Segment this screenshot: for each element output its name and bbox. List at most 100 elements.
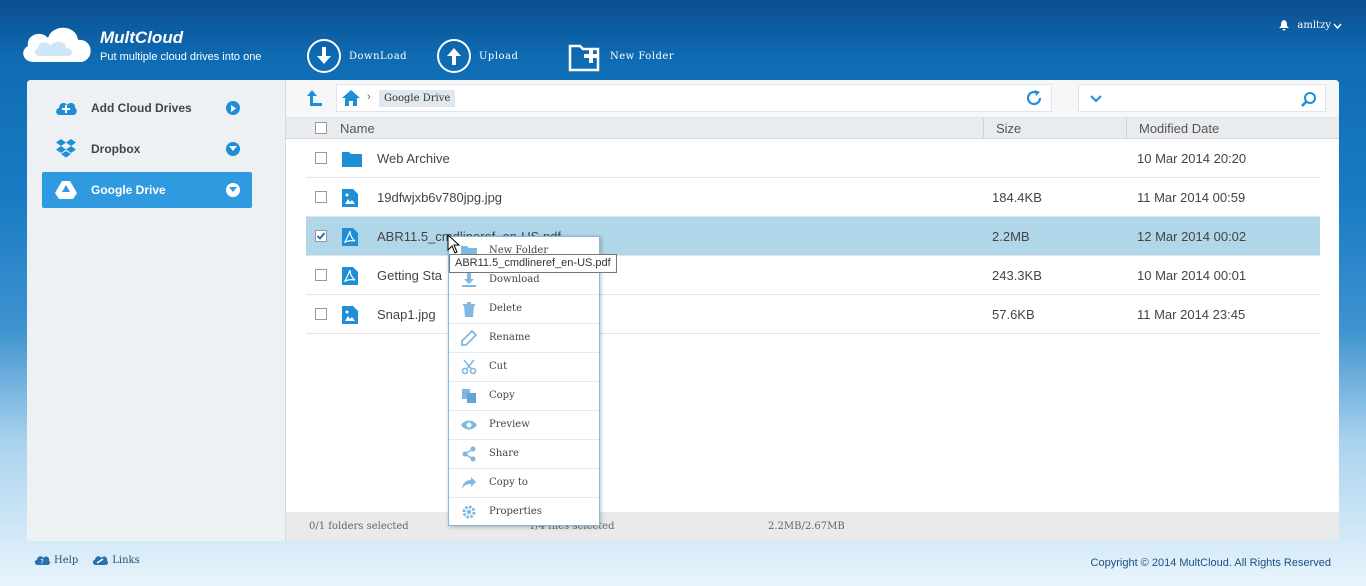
folders-selected: 0/1 folders selected xyxy=(309,521,409,532)
help-cloud-icon: ? xyxy=(34,556,50,566)
new-folder-icon xyxy=(568,44,600,72)
image-file-icon xyxy=(342,189,358,207)
file-size: 184.4KB xyxy=(992,190,1042,205)
row-checkbox-checked[interactable] xyxy=(315,230,327,245)
menu-item-label: Preview xyxy=(489,419,530,430)
home-icon[interactable] xyxy=(341,89,361,107)
eye-icon xyxy=(461,420,477,430)
row-checkbox[interactable] xyxy=(315,308,327,323)
menu-item-label: Copy xyxy=(489,390,515,401)
file-name[interactable]: 19dfwjxb6v780jpg.jpg xyxy=(377,190,502,205)
file-name[interactable]: Web Archive xyxy=(377,151,450,166)
menu-item-properties[interactable]: Properties xyxy=(449,498,599,527)
google-drive-icon xyxy=(54,178,78,202)
gear-icon xyxy=(462,505,476,519)
breadcrumb: › Google Drive xyxy=(336,84,1052,112)
refresh-icon[interactable] xyxy=(1025,89,1043,107)
select-all-checkbox[interactable] xyxy=(315,122,327,137)
trash-icon xyxy=(463,302,475,317)
row-checkbox[interactable] xyxy=(315,152,327,167)
scissors-icon xyxy=(461,359,477,375)
cloud-logo-icon xyxy=(23,27,91,62)
dropbox-icon xyxy=(54,137,78,161)
file-size: 57.6KB xyxy=(992,307,1035,322)
bell-icon[interactable] xyxy=(1279,20,1290,31)
search-box[interactable] xyxy=(1078,84,1326,112)
share-icon xyxy=(462,446,476,462)
sidebar-item-label: Dropbox xyxy=(91,142,141,156)
sidebar-item-google-drive[interactable]: Google Drive xyxy=(42,172,252,208)
username: amltzy xyxy=(1297,20,1331,31)
mouse-cursor-icon xyxy=(447,234,461,254)
menu-item-copy-to[interactable]: Copy to xyxy=(449,469,599,498)
toolbar: › Google Drive xyxy=(286,80,1339,118)
chevron-down-icon[interactable] xyxy=(1089,92,1103,106)
file-browser: › Google Drive Name Size Modified Date W… xyxy=(286,80,1339,541)
file-size: 243.3KB xyxy=(992,268,1042,283)
chevron-down-icon xyxy=(1333,23,1342,29)
size-selected: 2.2MB/2.67MB xyxy=(768,521,845,532)
footer-links: ? Help Links xyxy=(34,554,140,566)
filename-tooltip: ABR11.5_cmdlineref_en-US.pdf xyxy=(449,254,617,273)
table-row[interactable]: 19dfwjxb6v780jpg.jpg 184.4KB 11 Mar 2014… xyxy=(306,178,1320,217)
up-level-icon[interactable] xyxy=(306,88,326,108)
row-checkbox[interactable] xyxy=(315,191,327,206)
upload-circle-icon xyxy=(437,39,471,73)
download-icon xyxy=(462,273,476,287)
forward-arrow-icon xyxy=(462,477,476,489)
menu-item-label: Rename xyxy=(489,332,531,343)
sidebar: Add Cloud Drives Dropbox Google Drive xyxy=(27,80,286,541)
new-folder-label: New Folder xyxy=(610,50,675,62)
file-modified: 10 Mar 2014 20:20 xyxy=(1137,151,1247,166)
image-file-icon xyxy=(342,306,358,324)
chevron-down-icon[interactable] xyxy=(226,142,240,156)
upload-button[interactable]: Upload xyxy=(437,38,518,74)
user-menu[interactable]: amltzy xyxy=(1279,20,1342,31)
search-icon[interactable] xyxy=(1301,91,1317,107)
file-modified: 10 Mar 2014 00:01 xyxy=(1137,268,1247,283)
column-divider xyxy=(1126,118,1127,139)
table-header: Name Size Modified Date xyxy=(286,118,1339,139)
menu-item-delete[interactable]: Delete xyxy=(449,295,599,324)
breadcrumb-current[interactable]: Google Drive xyxy=(379,90,456,107)
sidebar-item-dropbox[interactable]: Dropbox xyxy=(42,131,252,167)
chevron-down-icon[interactable] xyxy=(226,183,240,197)
play-arrow-icon[interactable] xyxy=(226,101,240,115)
column-modified[interactable]: Modified Date xyxy=(1139,121,1219,136)
pdf-file-icon xyxy=(342,228,358,246)
svg-text:?: ? xyxy=(40,558,44,566)
menu-item-copy[interactable]: Copy xyxy=(449,382,599,411)
table-row[interactable]: Web Archive 10 Mar 2014 20:20 xyxy=(306,139,1320,178)
copy-icon xyxy=(462,389,476,403)
column-name[interactable]: Name xyxy=(340,121,375,136)
help-link[interactable]: ? Help xyxy=(34,554,78,566)
menu-item-label: Copy to xyxy=(489,477,528,488)
sidebar-item-add-cloud-drives[interactable]: Add Cloud Drives xyxy=(42,90,252,126)
column-size[interactable]: Size xyxy=(996,121,1021,136)
menu-item-preview[interactable]: Preview xyxy=(449,411,599,440)
chevron-right-icon: › xyxy=(367,91,371,103)
download-button[interactable]: DownLoad xyxy=(307,38,407,74)
file-name[interactable]: Getting Sta xyxy=(377,268,442,283)
file-modified: 12 Mar 2014 00:02 xyxy=(1137,229,1247,244)
menu-item-cut[interactable]: Cut xyxy=(449,353,599,382)
upload-label: Upload xyxy=(479,50,519,62)
brand-tagline: Put multiple cloud drives into one xyxy=(100,51,262,63)
folder-icon xyxy=(342,152,362,167)
logo[interactable]: MultCloud Put multiple cloud drives into… xyxy=(20,18,280,68)
links-label: Links xyxy=(112,554,140,566)
menu-item-share[interactable]: Share xyxy=(449,440,599,469)
links-link[interactable]: Links xyxy=(92,554,140,566)
brand-name: MultCloud xyxy=(100,28,184,47)
file-modified: 11 Mar 2014 00:59 xyxy=(1137,190,1246,205)
row-checkbox[interactable] xyxy=(315,269,327,284)
menu-item-label: Cut xyxy=(489,361,508,372)
pencil-icon xyxy=(461,330,477,346)
main-panel: Add Cloud Drives Dropbox Google Drive › … xyxy=(27,80,1339,541)
new-folder-button[interactable]: New Folder xyxy=(568,38,674,74)
menu-item-label: Properties xyxy=(489,506,542,517)
link-cloud-icon xyxy=(93,556,109,565)
file-name[interactable]: Snap1.jpg xyxy=(377,307,436,322)
download-circle-icon xyxy=(307,39,341,73)
menu-item-rename[interactable]: Rename xyxy=(449,324,599,353)
